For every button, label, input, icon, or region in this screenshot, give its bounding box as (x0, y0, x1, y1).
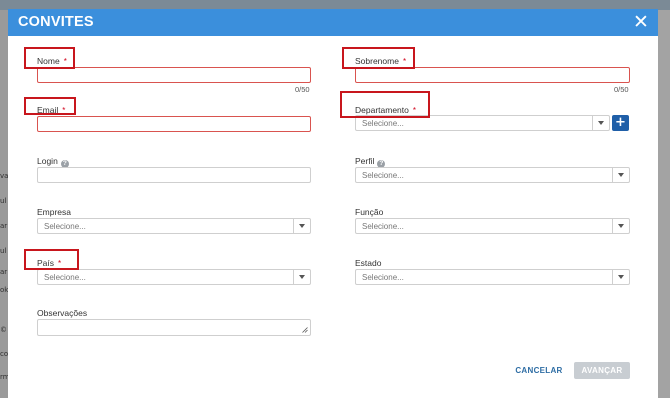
modal-header: CONVITES ✕ (8, 9, 658, 36)
empresa-placeholder: Selecione... (44, 222, 86, 231)
nome-counter: 0/50 (295, 85, 310, 94)
required-mark: * (58, 259, 62, 268)
sobrenome-label: Sobrenome * (355, 56, 406, 66)
chevron-down-icon[interactable] (293, 270, 310, 284)
observacoes-label: Observações (37, 308, 88, 318)
email-label-text: Email (37, 105, 59, 115)
departamento-select[interactable]: Selecione... (355, 115, 610, 131)
estado-select[interactable]: Selecione... (355, 269, 630, 285)
nome-input[interactable] (37, 67, 311, 83)
funcao-label: Função (355, 207, 384, 217)
chevron-down-icon[interactable] (612, 168, 629, 182)
email-input[interactable] (37, 116, 311, 132)
resize-handle-icon[interactable] (302, 327, 308, 333)
next-button[interactable]: AVANÇAR (574, 362, 630, 379)
close-icon[interactable]: ✕ (631, 12, 651, 32)
estado-label: Estado (355, 258, 382, 268)
sobrenome-label-text: Sobrenome (355, 56, 399, 66)
empresa-select[interactable]: Selecione... (37, 218, 311, 234)
login-input[interactable] (37, 167, 311, 183)
observacoes-textarea[interactable] (37, 319, 311, 336)
perfil-label-text: Perfil (355, 156, 375, 166)
nome-label: Nome * (37, 56, 67, 66)
sobrenome-counter: 0/50 (614, 85, 629, 94)
estado-placeholder: Selecione... (362, 273, 404, 282)
chevron-down-icon[interactable] (592, 116, 609, 130)
perfil-select[interactable]: Selecione... (355, 167, 630, 183)
departamento-label: Departamento * (355, 105, 416, 115)
required-mark: * (402, 57, 407, 66)
email-label: Email * (37, 105, 65, 115)
departamento-label-text: Departamento (355, 105, 409, 115)
required-mark: * (63, 57, 67, 66)
modal-title: CONVITES (18, 14, 94, 30)
nome-label-text: Nome (37, 56, 60, 66)
login-label-text: Login (37, 156, 58, 166)
perfil-placeholder: Selecione... (362, 171, 404, 180)
pais-label: País * (37, 258, 61, 268)
departamento-placeholder: Selecione... (362, 119, 404, 128)
funcao-select[interactable]: Selecione... (355, 218, 630, 234)
empresa-label: Empresa (37, 207, 72, 217)
add-departamento-button[interactable]: + (612, 115, 629, 131)
pais-select[interactable]: Selecione... (37, 269, 311, 285)
chevron-down-icon[interactable] (612, 219, 629, 233)
cancel-button[interactable]: CANCELAR (515, 363, 563, 379)
invite-modal: CONVITES ✕ Nome * 0/50 Sobrenome * 0/50 Em… (8, 9, 658, 398)
chevron-down-icon[interactable] (293, 219, 310, 233)
required-mark: * (62, 106, 66, 115)
chevron-down-icon[interactable] (612, 270, 629, 284)
background-right-edge (658, 10, 670, 398)
required-mark: * (412, 106, 416, 115)
pais-placeholder: Selecione... (44, 273, 86, 282)
funcao-placeholder: Selecione... (362, 222, 404, 231)
pais-label-text: País (37, 258, 55, 268)
sobrenome-input[interactable] (355, 67, 630, 83)
